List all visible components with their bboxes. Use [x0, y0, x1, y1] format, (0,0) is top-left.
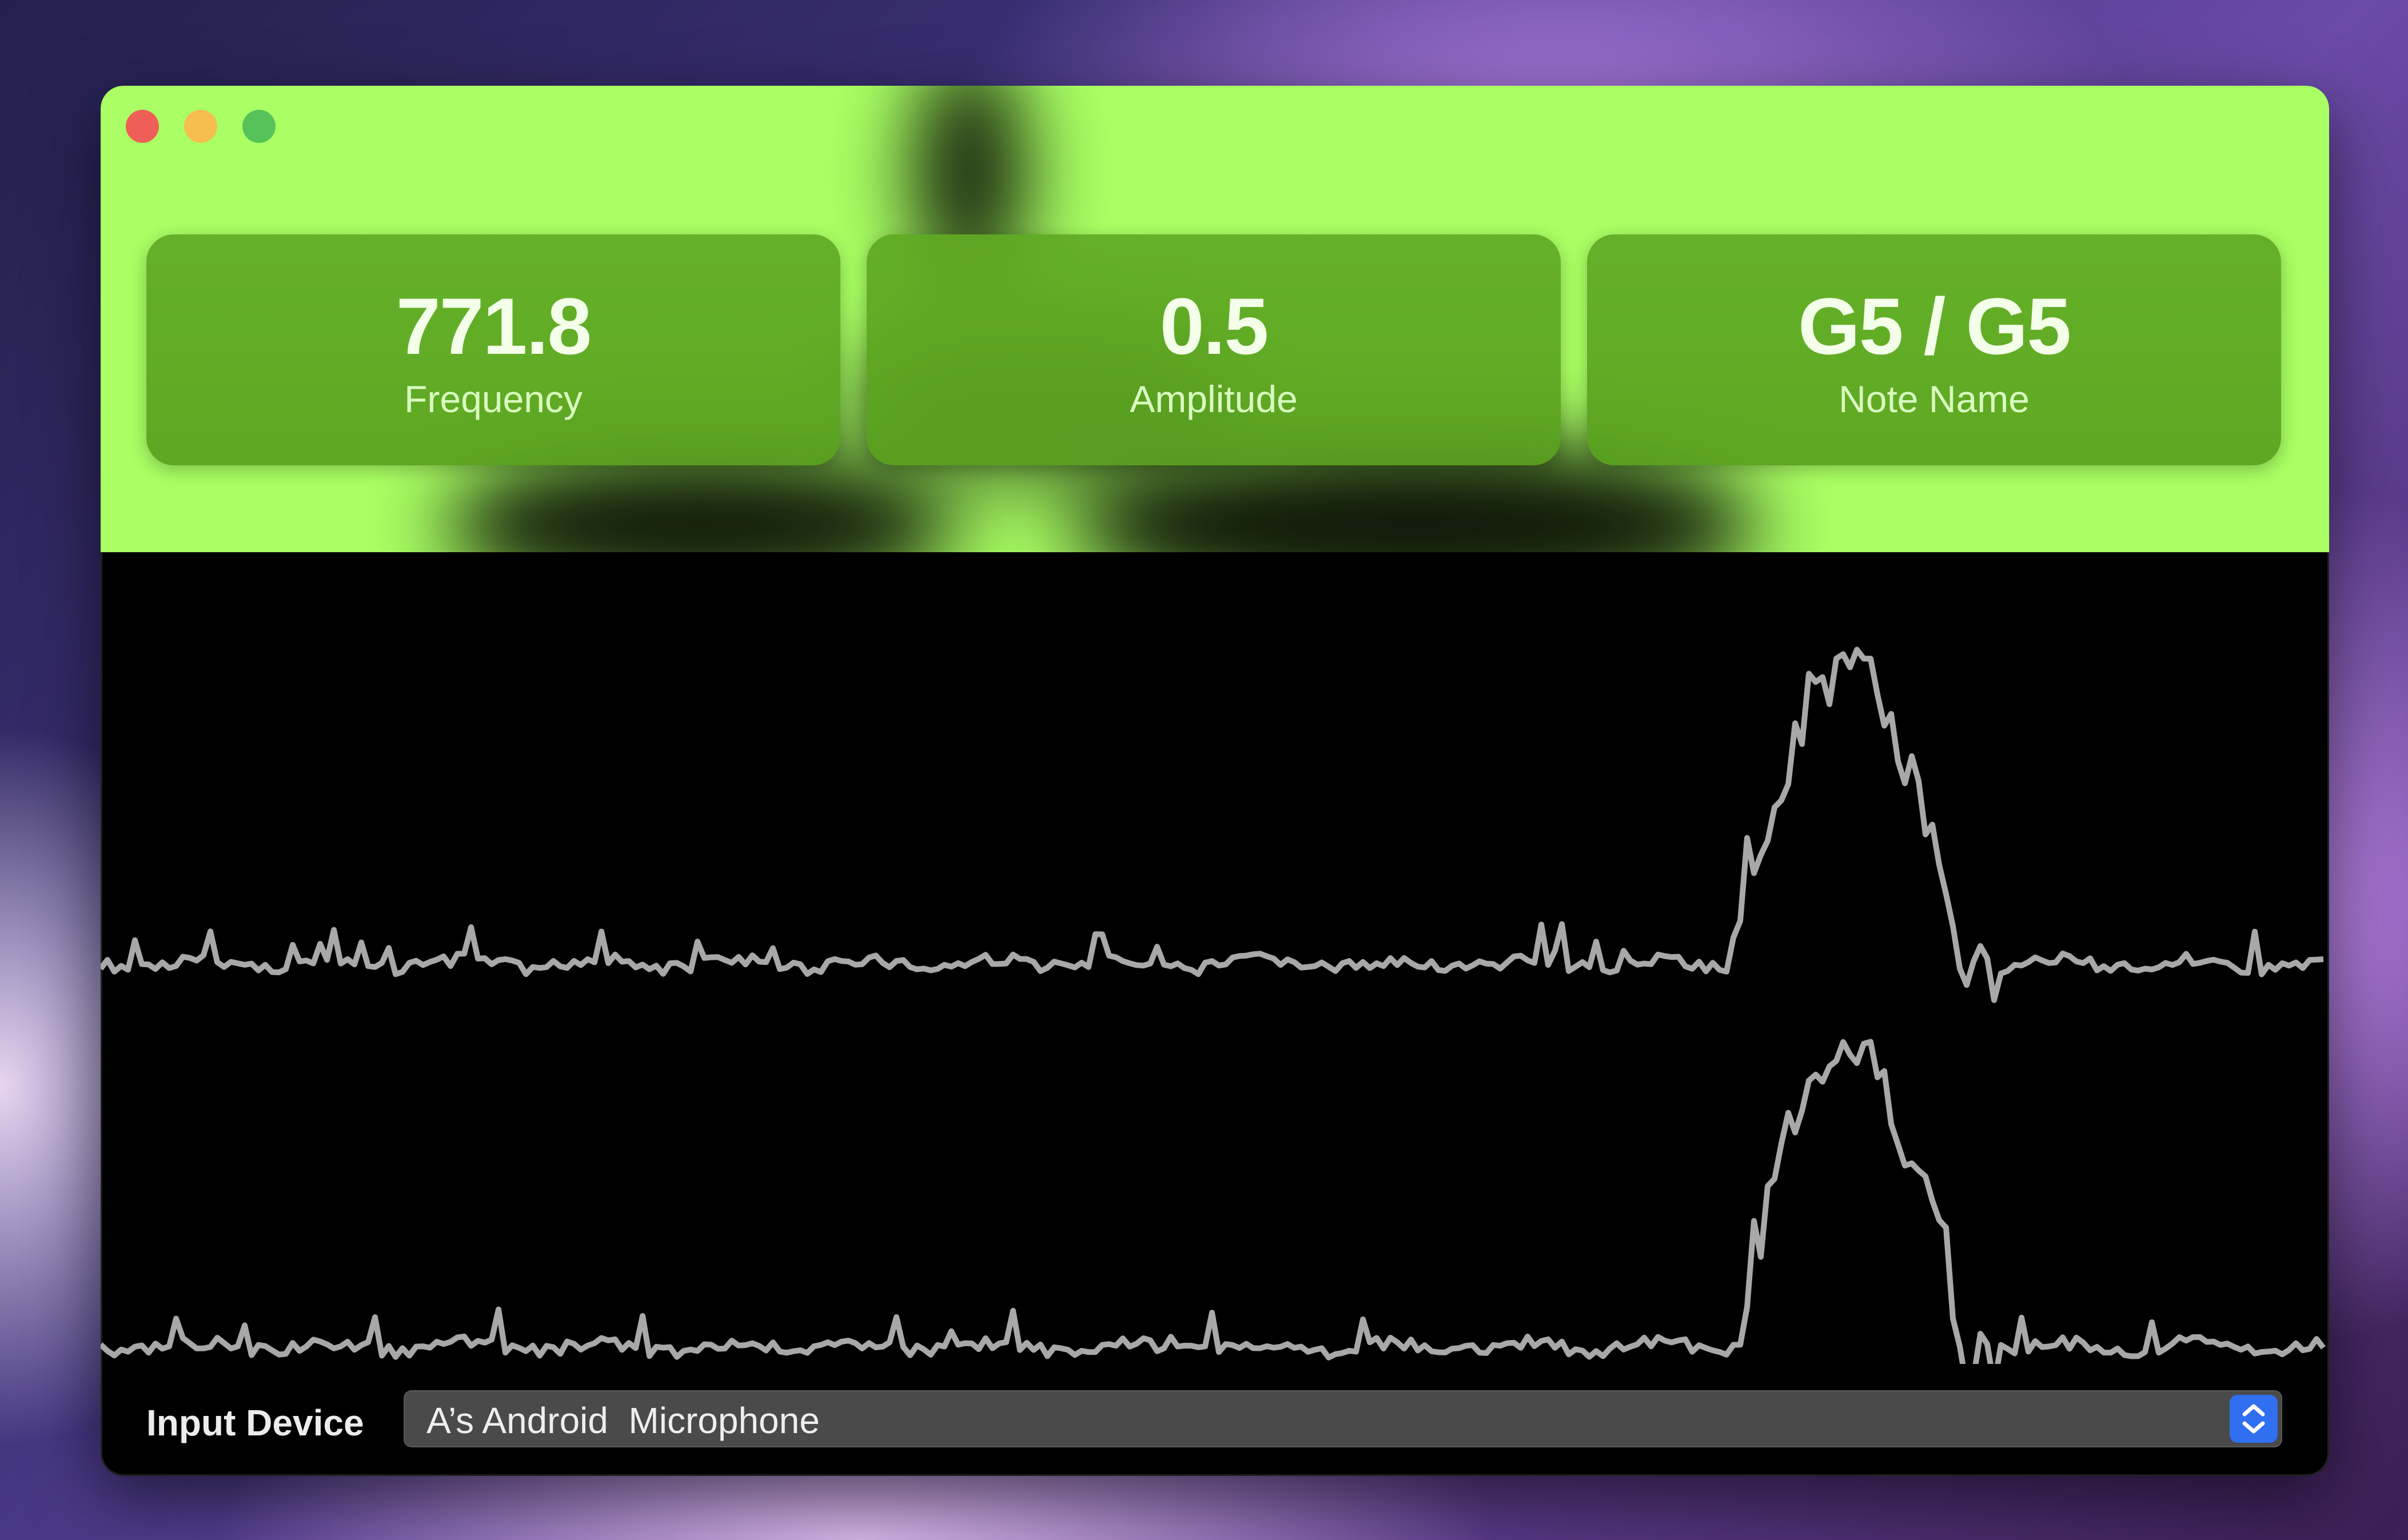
amplitude-card: 0.5 Amplitude	[867, 234, 1561, 465]
footer-bar: Input Device A’s Android Microphone	[101, 1361, 2329, 1476]
close-button[interactable]	[126, 110, 159, 143]
tuner-window: 771.8 Frequency 0.5 Amplitude G5 / G5 No…	[101, 86, 2329, 1476]
note-value: G5 / G5	[1797, 281, 2071, 371]
chevron-up-down-icon[interactable]	[2230, 1395, 2278, 1443]
waveform-channel-2	[101, 1039, 2326, 1364]
waveform-channel-1	[101, 647, 2324, 1003]
frequency-card: 771.8 Frequency	[146, 234, 840, 465]
input-device-label: Input Device	[146, 1402, 364, 1443]
frequency-value: 771.8	[396, 281, 592, 371]
input-device-value: A’s Android Microphone	[426, 1400, 820, 1441]
maximize-button[interactable]	[242, 110, 276, 143]
input-device-select[interactable]: A’s Android Microphone	[404, 1390, 2282, 1447]
note-label: Note Name	[1839, 378, 2030, 420]
amplitude-label: Amplitude	[1130, 378, 1298, 420]
minimize-button[interactable]	[184, 110, 217, 143]
note-card: G5 / G5 Note Name	[1587, 234, 2281, 465]
waveform-display	[101, 647, 2326, 1364]
frequency-label: Frequency	[404, 378, 583, 420]
amplitude-value: 0.5	[1159, 281, 1269, 371]
